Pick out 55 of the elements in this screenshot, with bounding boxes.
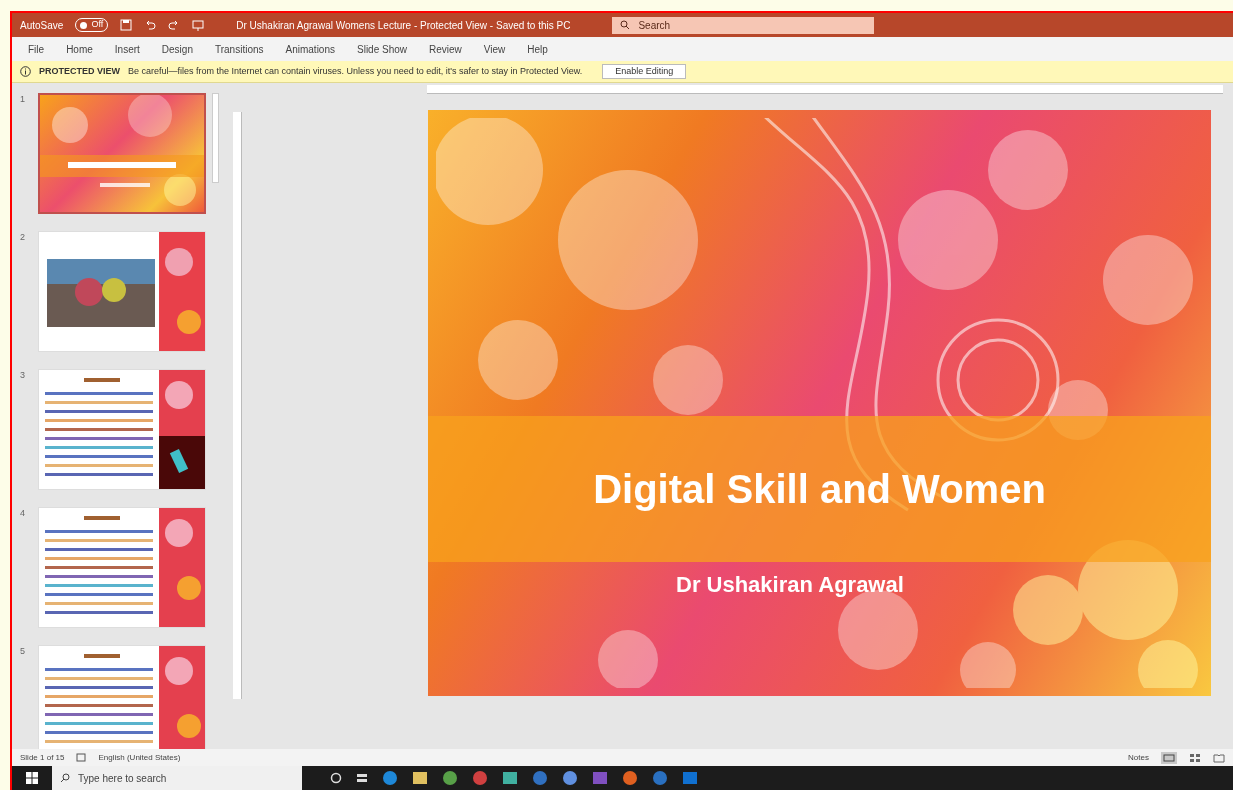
undo-icon[interactable] <box>144 19 157 31</box>
ribbon-tab[interactable]: Design <box>157 39 197 59</box>
window-title: Dr Ushakiran Agrawal Womens Lecture - Protected View - Saved to this PC <box>236 18 571 33</box>
slide-subtitle: Dr Ushakiran Agrawal <box>676 571 904 599</box>
taskbar-folder-icon[interactable] <box>412 770 428 786</box>
slide-number: 3 <box>20 369 26 382</box>
ribbon-tab[interactable]: Slide Show <box>353 39 411 59</box>
taskbar-app-icon[interactable] <box>652 770 668 786</box>
info-icon <box>20 66 31 77</box>
ribbon-tab[interactable]: Animations <box>281 39 339 59</box>
search-field[interactable]: Search <box>612 16 875 34</box>
taskbar-search-field[interactable]: Type here to search <box>52 766 302 790</box>
scrollbar-thumb[interactable] <box>212 93 219 183</box>
search-icon <box>620 20 631 30</box>
ribbon-tab[interactable]: Review <box>425 39 466 59</box>
taskbar-browser-icon[interactable] <box>562 770 578 786</box>
taskbar-browser-icon[interactable] <box>442 770 458 786</box>
search-icon <box>60 773 70 783</box>
taskbar-browser-icon[interactable] <box>382 770 398 786</box>
protected-view-label: PROTECTED VIEW <box>39 64 120 78</box>
autosave-label: AutoSave <box>20 18 64 33</box>
taskbar-app-icon[interactable] <box>532 770 548 786</box>
slide-number: 4 <box>20 507 26 520</box>
ribbon-tab[interactable]: Help <box>523 39 552 59</box>
slide-thumbnail[interactable] <box>38 93 206 214</box>
ribbon-tab[interactable]: Home <box>62 39 97 59</box>
slide-number: 1 <box>20 93 26 106</box>
cortana-circle-icon[interactable] <box>330 772 342 784</box>
taskbar-app-icon[interactable] <box>502 770 518 786</box>
normal-view-icon[interactable] <box>1161 751 1177 764</box>
ribbon-tab[interactable]: View <box>479 39 510 59</box>
protected-view-message: Be careful—files from the Internet can contain viruses. Unless you need to edit, it's safer to stay in Protected View. <box>128 64 583 78</box>
search-placeholder: Search <box>638 18 671 33</box>
language-label[interactable]: English (United States) <box>98 751 181 764</box>
windows-start-icon[interactable] <box>26 772 38 784</box>
enable-editing-button[interactable]: Enable Editing <box>602 64 687 79</box>
task-view-icon[interactable] <box>356 772 368 784</box>
presentation-icon[interactable] <box>192 19 205 31</box>
ribbon-tab[interactable]: Transitions <box>210 39 268 59</box>
slide-count: Slide 1 of 15 <box>20 751 65 764</box>
slide-number: 2 <box>20 231 26 244</box>
slide-number: 5 <box>20 645 26 658</box>
taskbar-search-placeholder: Type here to search <box>78 771 167 786</box>
slide-sorter-icon[interactable] <box>1189 752 1201 763</box>
taskbar-document-icon[interactable] <box>472 770 488 786</box>
save-icon[interactable] <box>120 19 133 31</box>
reading-view-icon[interactable] <box>1213 752 1225 763</box>
ribbon-tab[interactable]: File <box>24 39 49 59</box>
slide-title: Digital Skill and Women <box>593 466 1046 513</box>
taskbar-app-icon[interactable] <box>592 770 608 786</box>
taskbar-presentation-app-icon[interactable] <box>622 770 638 786</box>
ribbon-tab[interactable]: Insert <box>110 39 144 59</box>
taskbar-app-icon[interactable] <box>682 770 698 786</box>
notes-button[interactable]: Notes <box>1128 751 1149 764</box>
spelling-icon[interactable] <box>76 753 87 762</box>
